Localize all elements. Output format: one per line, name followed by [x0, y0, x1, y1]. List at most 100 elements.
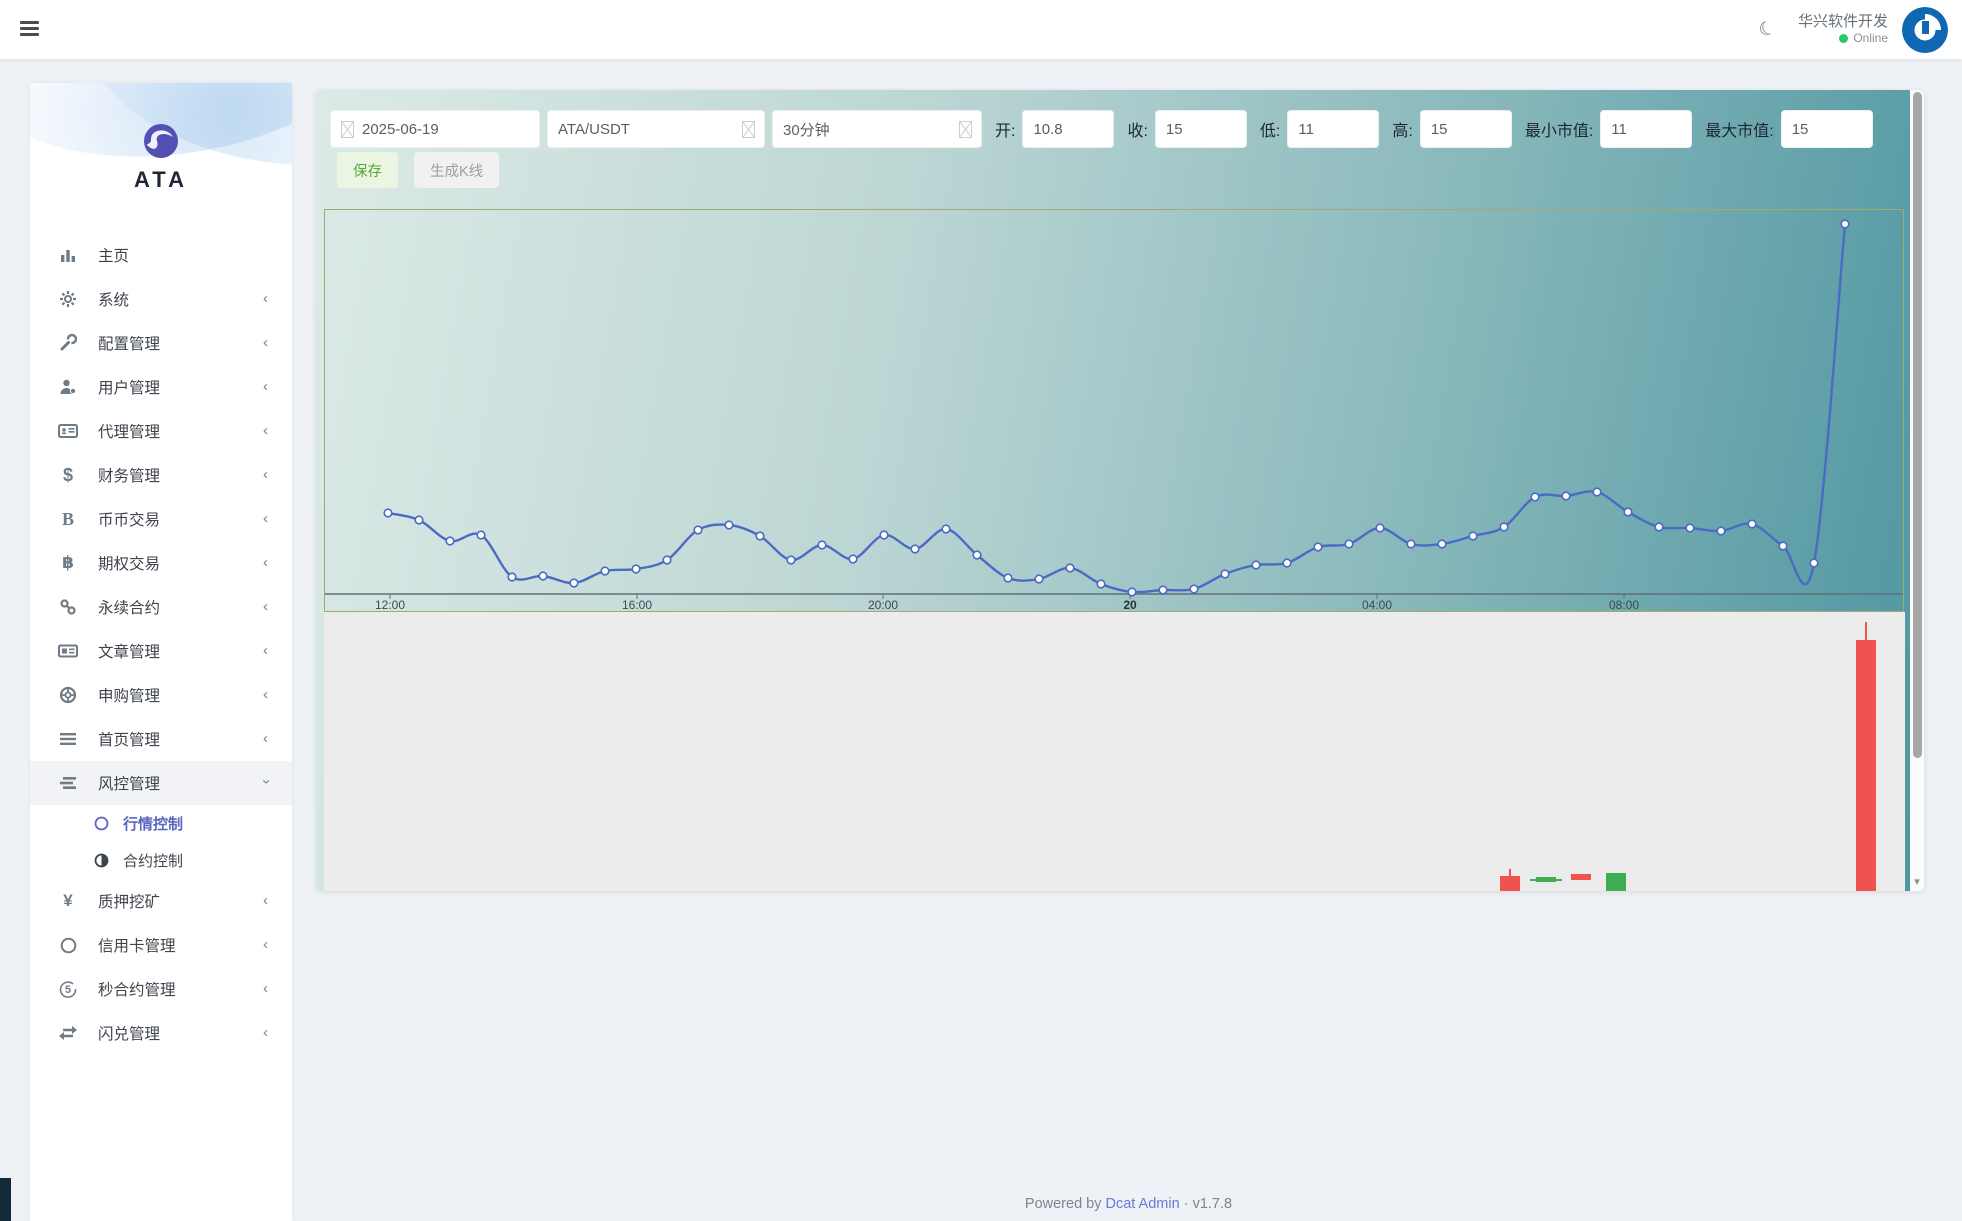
high-field[interactable]	[1419, 110, 1512, 148]
low-field[interactable]	[1287, 110, 1380, 148]
sidebar-item-users[interactable]: 用户管理 ‹	[30, 365, 292, 409]
sidebar-subitem-market-control[interactable]: 行情控制	[30, 805, 292, 842]
user-info[interactable]: 华兴软件开发 Online	[1798, 13, 1888, 47]
sidebar-item-homepage[interactable]: 首页管理 ‹	[30, 717, 292, 761]
sidebar-item-config[interactable]: 配置管理 ‹	[30, 321, 292, 365]
close-input[interactable]	[1155, 111, 1246, 147]
footer-version: v1.7.8	[1192, 1196, 1233, 1212]
risk-control-submenu: 行情控制 合约控制	[30, 805, 292, 879]
sidebar-item-risk-control[interactable]: 风控管理 ‹	[30, 761, 292, 805]
open-input[interactable]	[1023, 111, 1114, 147]
life-ring-icon	[58, 686, 78, 704]
sidebar: ATA 主页 系统 ‹ 配置管理 ‹ 用户管理 ‹ 代理管理 ‹ $ 财务管理 …	[30, 83, 292, 1221]
sidebar-item-agents[interactable]: 代理管理 ‹	[30, 409, 292, 453]
bold-b-icon: B	[61, 508, 74, 529]
svg-text:20:00: 20:00	[868, 598, 898, 611]
exchange-icon	[58, 1024, 78, 1042]
footer-separator: ·	[1183, 1196, 1189, 1212]
chevron-left-icon: ‹	[263, 554, 268, 572]
adjust-icon	[94, 853, 109, 868]
sidebar-item-finance[interactable]: $ 财务管理 ‹	[30, 453, 292, 497]
footer-powered-by: Powered by	[1024, 1196, 1102, 1212]
sidebar-item-system[interactable]: 系统 ‹	[30, 277, 292, 321]
max-cap-input[interactable]	[1781, 111, 1872, 147]
candle-wick	[1509, 869, 1511, 876]
generate-kline-button[interactable]: 生成K线	[414, 152, 500, 188]
sidebar-item-staking[interactable]: ¥ 质押挖矿 ‹	[30, 879, 292, 923]
svg-text:12:00: 12:00	[375, 598, 405, 611]
sidebar-item-options-trade[interactable]: ฿ 期权交易 ‹	[30, 541, 292, 585]
low-input[interactable]	[1288, 111, 1379, 147]
chevron-left-icon: ‹	[263, 334, 268, 352]
scrollbar-down-arrow[interactable]: ▾	[1910, 877, 1924, 888]
close-label: 收:	[1127, 123, 1148, 140]
chevron-left-icon: ‹	[263, 730, 268, 748]
footer: Powered by Dcat Admin · v1.7.8	[295, 1196, 1962, 1212]
date-field[interactable]	[330, 110, 540, 148]
high-label: 高:	[1392, 123, 1413, 140]
id-card-icon	[58, 422, 78, 440]
dollar-icon: $	[62, 464, 73, 485]
user-gear-icon	[58, 378, 78, 396]
open-label: 开:	[995, 123, 1016, 140]
sidebar-item-flash-exchange[interactable]: 闪兑管理 ‹	[30, 1011, 292, 1055]
calendar-icon	[341, 120, 354, 138]
close-field[interactable]	[1154, 110, 1247, 148]
ata-logo-icon	[144, 124, 178, 158]
dropdown-icon	[742, 121, 755, 138]
pair-select[interactable]	[547, 110, 765, 148]
min-cap-input[interactable]	[1601, 111, 1692, 147]
high-input[interactable]	[1420, 111, 1511, 147]
chevron-left-icon: ‹	[263, 378, 268, 396]
interval-input[interactable]	[773, 111, 981, 147]
sidebar-subitem-contract-control[interactable]: 合约控制	[30, 842, 292, 879]
brand[interactable]: ATA	[30, 123, 292, 193]
interval-select[interactable]	[772, 110, 982, 148]
svg-text:04:00: 04:00	[1362, 598, 1392, 611]
kline-filter-row: 开: 收: 低: 高: 最小市值: 最大市值:	[330, 110, 1910, 148]
save-button[interactable]: 保存	[337, 152, 398, 188]
date-input[interactable]	[354, 111, 539, 147]
svg-text:5: 5	[65, 984, 71, 996]
circle-icon	[58, 936, 78, 954]
price-line-chart: 12:00 16:00 20:00 20 04:00 08:00	[324, 209, 1904, 612]
dark-mode-toggle-moon-icon[interactable]: ☾	[1755, 16, 1780, 44]
sidebar-item-second-contract[interactable]: 5 秒合约管理 ‹	[30, 967, 292, 1011]
max-cap-label: 最大市值:	[1705, 123, 1774, 140]
power-icon	[1902, 6, 1948, 53]
chevron-left-icon: ‹	[263, 980, 268, 998]
scrollbar-thumb[interactable]	[1912, 92, 1922, 758]
min-cap-field[interactable]	[1600, 110, 1693, 148]
chevron-left-icon: ‹	[263, 510, 268, 528]
sidebar-menu: 主页 系统 ‹ 配置管理 ‹ 用户管理 ‹ 代理管理 ‹ $ 财务管理 ‹ B …	[30, 233, 292, 1055]
five-icon: 5	[58, 980, 78, 998]
user-avatar-power-logo[interactable]	[1902, 6, 1948, 53]
max-cap-field[interactable]	[1780, 110, 1873, 148]
sidebar-item-home[interactable]: 主页	[30, 233, 292, 277]
sidebar-item-spot-trade[interactable]: B 币币交易 ‹	[30, 497, 292, 541]
online-status-label: Online	[1853, 31, 1888, 46]
collapsed-dark-sidebar-corner	[0, 1178, 11, 1221]
svg-text:08:00: 08:00	[1609, 598, 1639, 611]
bars-icon	[58, 730, 78, 748]
sidebar-item-subscription[interactable]: 申购管理 ‹	[30, 673, 292, 717]
candle-body	[1606, 873, 1626, 891]
chevron-left-icon: ‹	[263, 1024, 268, 1042]
chevron-left-icon: ‹	[263, 422, 268, 440]
chevron-down-icon: ‹	[257, 779, 274, 785]
sidebar-item-perpetual[interactable]: 永续合约 ‹	[30, 585, 292, 629]
chevron-left-icon: ‹	[263, 936, 268, 954]
pair-input[interactable]	[548, 111, 764, 147]
chevron-left-icon: ‹	[263, 290, 268, 308]
wrench-icon	[58, 334, 78, 352]
top-navbar: ☾ 华兴软件开发 Online	[0, 0, 1962, 59]
hamburger-menu-icon[interactable]	[20, 21, 42, 38]
newspaper-icon	[58, 642, 78, 660]
dcat-admin-link[interactable]: Dcat Admin	[1106, 1196, 1180, 1212]
link-icon	[58, 598, 78, 616]
low-label: 低:	[1259, 123, 1281, 140]
open-field[interactable]	[1022, 110, 1115, 148]
sidebar-item-articles[interactable]: 文章管理 ‹	[30, 629, 292, 673]
candle-wick	[1865, 622, 1867, 640]
sidebar-item-credit-card[interactable]: 信用卡管理 ‹	[30, 923, 292, 967]
